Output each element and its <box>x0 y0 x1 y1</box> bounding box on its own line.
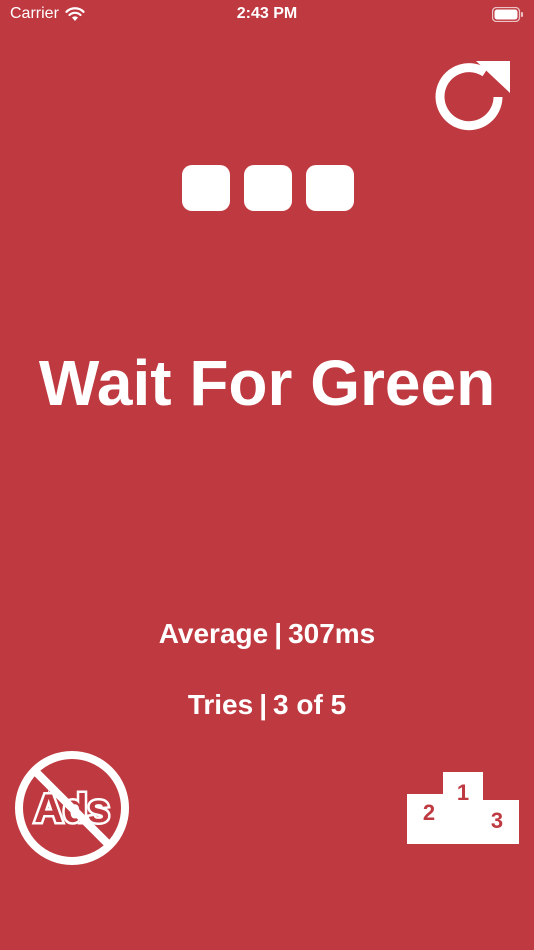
tries-separator: | <box>259 689 268 720</box>
battery-icon <box>492 7 523 22</box>
podium-third: 3 <box>491 808 503 833</box>
average-value: 307ms <box>288 618 376 649</box>
progress-dot <box>244 165 292 211</box>
average-stat: Average | 307ms <box>0 618 534 650</box>
podium-icon: 1 2 3 <box>407 772 519 844</box>
instruction-headline[interactable]: Wait For Green <box>0 345 534 421</box>
podium-second: 2 <box>423 800 435 825</box>
tries-value: 3 of 5 <box>273 689 347 720</box>
progress-dot <box>306 165 354 211</box>
tries-stat: Tries | 3 of 5 <box>0 689 534 721</box>
leaderboard-button[interactable]: 1 2 3 <box>405 770 521 844</box>
no-ads-icon: Ads <box>15 751 129 865</box>
restart-button[interactable] <box>430 58 512 136</box>
podium-first: 1 <box>457 780 469 805</box>
status-bar: Carrier 2:43 PM <box>0 0 534 30</box>
tries-label: Tries <box>187 689 254 720</box>
remove-ads-button[interactable]: Ads <box>13 750 131 866</box>
restart-icon <box>435 61 510 131</box>
average-separator: | <box>274 618 283 649</box>
status-time: 2:43 PM <box>236 5 298 22</box>
progress-dot <box>182 165 230 211</box>
progress-dots <box>182 165 354 213</box>
average-label: Average <box>158 618 269 649</box>
